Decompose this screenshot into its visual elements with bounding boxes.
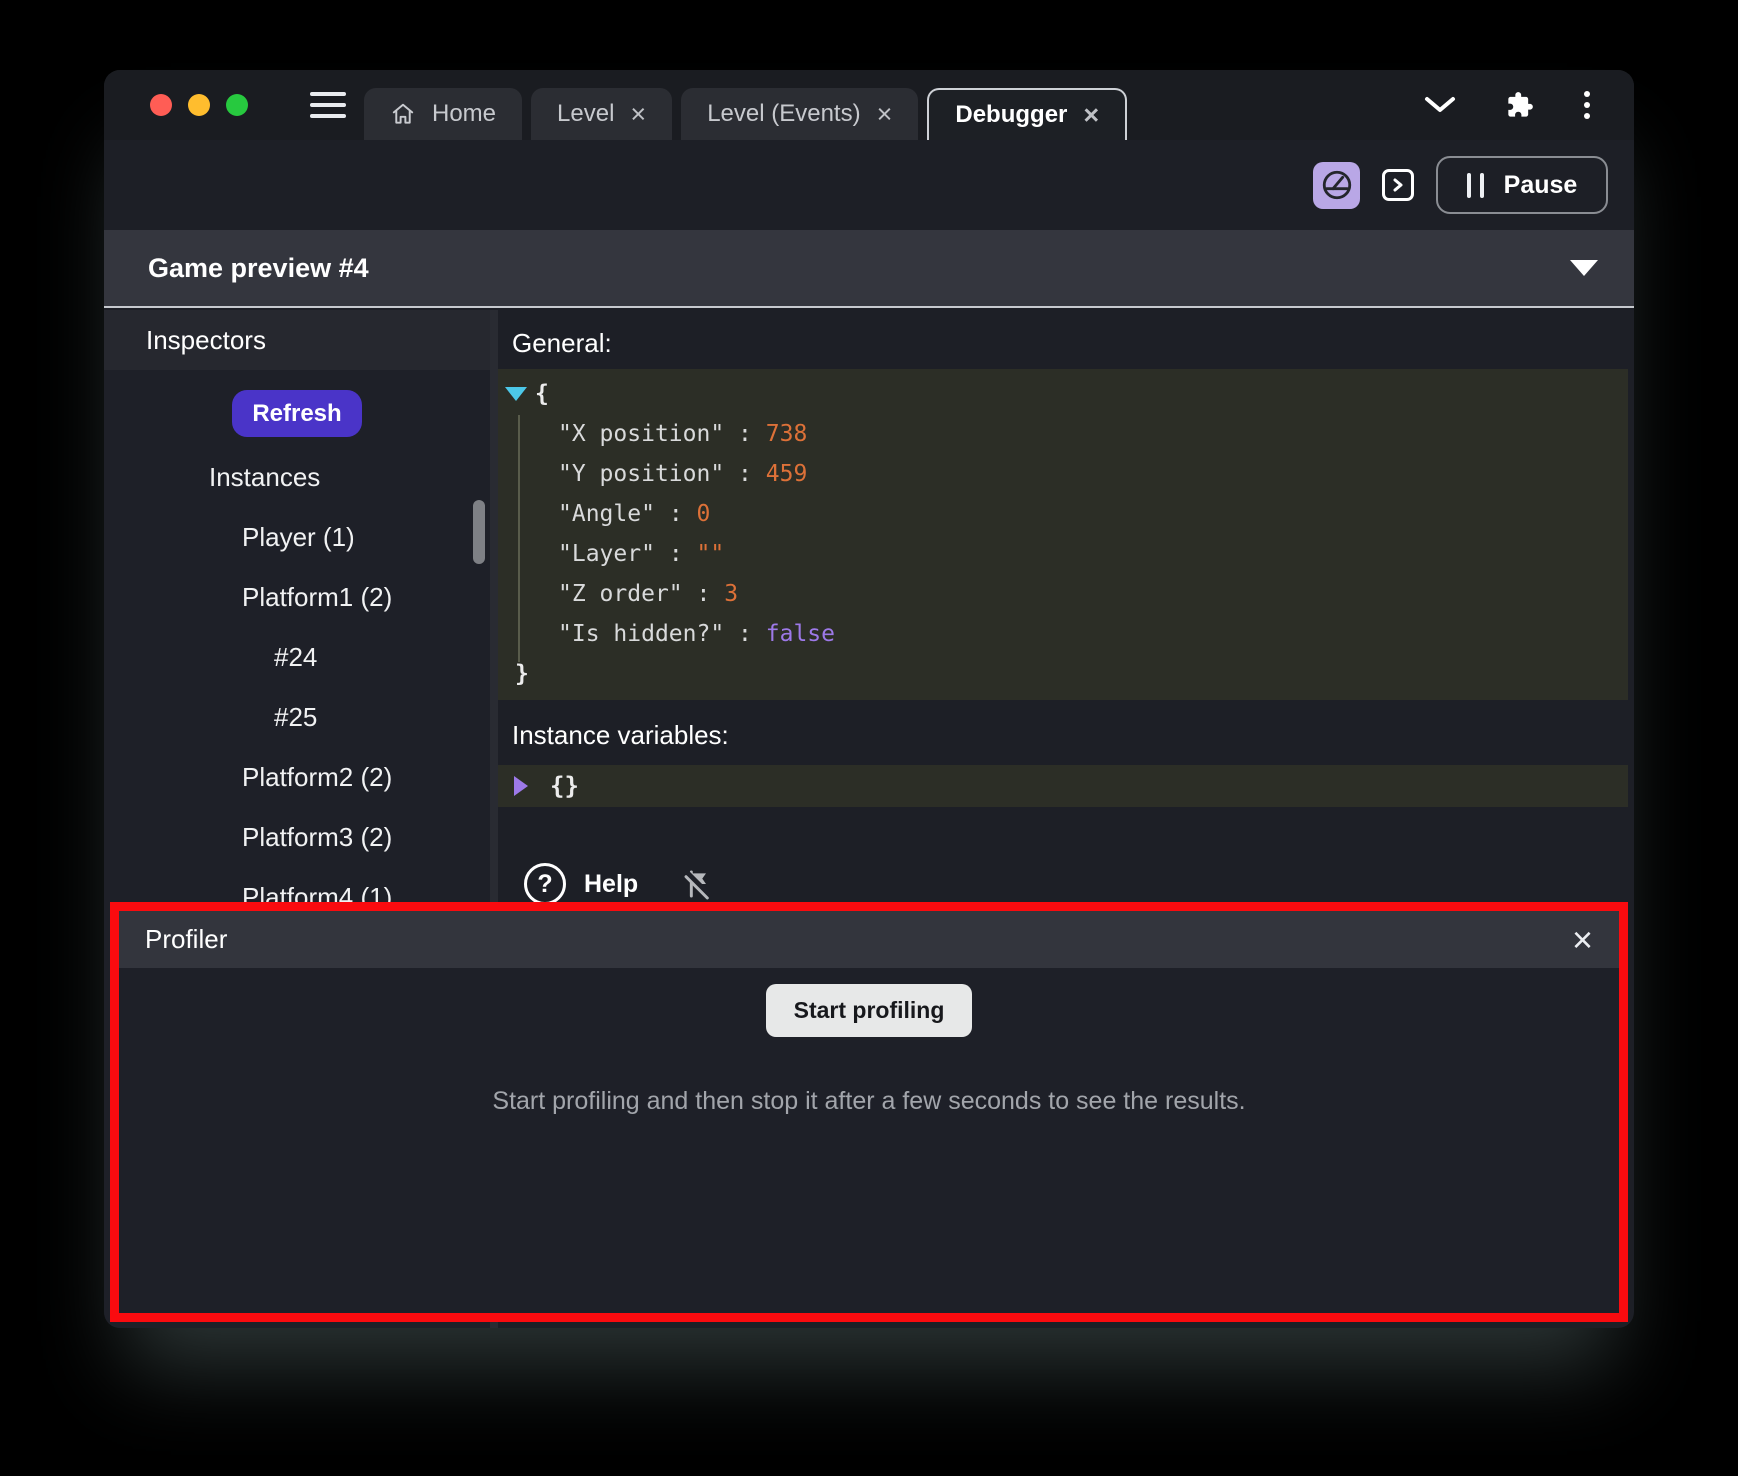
tab-label: Debugger <box>955 101 1067 129</box>
tree-item-platform1[interactable]: Platform1 (2) <box>104 567 490 627</box>
instances-tree: Instances Player (1) Platform1 (2) #24 #… <box>104 447 490 927</box>
property-key: Angle <box>558 501 655 527</box>
open-brace: { <box>535 381 549 407</box>
key-value-separator <box>724 461 766 487</box>
expand-triangle-icon[interactable] <box>514 776 528 796</box>
property-key: Y position <box>558 461 724 487</box>
general-json-tree: { X position 738 Y position 459 Angle 0 Lay… <box>498 369 1628 700</box>
tree-item-instances[interactable]: Instances <box>104 447 490 507</box>
extensions-puzzle-icon[interactable] <box>1506 91 1534 119</box>
chevron-down-icon[interactable] <box>1424 96 1456 114</box>
general-section-label: General: <box>512 328 1628 359</box>
more-options-kebab-icon[interactable] <box>1584 91 1590 119</box>
gauge-icon <box>1320 168 1354 202</box>
start-profiling-button[interactable]: Start profiling <box>766 984 973 1037</box>
tab-level-events[interactable]: Level (Events) × <box>681 88 918 140</box>
close-profiler-icon[interactable]: × <box>1572 922 1593 958</box>
question-mark-icon: ? <box>524 863 566 905</box>
flag-off-button[interactable] <box>682 868 714 900</box>
flag-off-icon <box>682 868 714 900</box>
titlebar-actions <box>1424 91 1634 119</box>
tree-item-player[interactable]: Player (1) <box>104 507 490 567</box>
refresh-button[interactable]: Refresh <box>232 390 362 437</box>
tree-guide-line <box>518 415 520 662</box>
close-tab-icon[interactable]: × <box>630 101 646 128</box>
instance-variables-tree: {} <box>498 765 1628 807</box>
game-preview-label: Game preview #4 <box>148 253 369 284</box>
profiler-header: Profiler × <box>119 911 1619 968</box>
profiler-panel: Profiler × Start profiling Start profili… <box>110 902 1628 1322</box>
close-window-button[interactable] <box>150 94 172 116</box>
profiler-toggle-button[interactable] <box>1313 162 1360 209</box>
debugger-window: Home Level × Level (Events) × Debugger × <box>104 70 1634 1328</box>
key-value-separator <box>655 501 697 527</box>
console-chevron-icon <box>1389 176 1407 194</box>
pause-button-label: Pause <box>1504 171 1578 200</box>
help-button[interactable]: ? Help <box>524 863 638 905</box>
inspectors-header: Inspectors <box>104 310 490 370</box>
profiler-description: Start profiling and then stop it after a… <box>119 1087 1619 1116</box>
property-key: Layer <box>558 541 655 567</box>
tab-home[interactable]: Home <box>364 88 522 140</box>
key-value-separator <box>683 581 725 607</box>
tab-label: Level (Events) <box>707 100 860 128</box>
json-property-row: Z order 3 <box>498 574 1628 614</box>
key-value-separator <box>724 421 766 447</box>
tree-item-platform3[interactable]: Platform3 (2) <box>104 807 490 867</box>
title-bar: Home Level × Level (Events) × Debugger × <box>104 70 1634 140</box>
json-root-row: { <box>498 374 1628 414</box>
screen-background: Home Level × Level (Events) × Debugger × <box>0 0 1738 1476</box>
property-key: Is hidden? <box>558 621 724 647</box>
json-property-row: Is hidden? false <box>498 614 1628 654</box>
tree-item-25[interactable]: #25 <box>104 687 490 747</box>
instance-variables-value: {} <box>550 772 579 800</box>
help-row: ? Help <box>524 863 1628 905</box>
json-property-row: X position 738 <box>498 414 1628 454</box>
game-preview-selector[interactable]: Game preview #4 <box>104 230 1634 308</box>
minimize-window-button[interactable] <box>188 94 210 116</box>
close-tab-icon[interactable]: × <box>1083 102 1099 129</box>
home-icon <box>390 101 416 127</box>
key-value-separator <box>724 621 766 647</box>
main-menu-icon[interactable] <box>310 92 346 118</box>
tab-bar: Home Level × Level (Events) × Debugger × <box>364 70 1127 140</box>
property-key: X position <box>558 421 724 447</box>
key-value-separator <box>655 541 697 567</box>
pause-icon <box>1467 173 1484 198</box>
sidebar-scrollbar-thumb[interactable] <box>473 500 485 564</box>
json-property-row: Y position 459 <box>498 454 1628 494</box>
collapse-triangle-icon[interactable] <box>505 387 527 401</box>
property-value: 459 <box>766 461 808 487</box>
debugger-toolbar: Pause <box>104 140 1634 230</box>
tree-item-platform2[interactable]: Platform2 (2) <box>104 747 490 807</box>
property-value: "" <box>697 541 725 567</box>
tab-level[interactable]: Level × <box>531 88 672 140</box>
json-property-row: Angle 0 <box>498 494 1628 534</box>
profiler-title: Profiler <box>145 924 227 955</box>
property-value: 738 <box>766 421 808 447</box>
tab-label: Home <box>432 100 496 128</box>
json-close-row: } <box>498 654 1628 694</box>
traffic-lights <box>150 94 248 116</box>
dropdown-caret-icon <box>1570 260 1598 276</box>
profiler-body: Start profiling Start profiling and then… <box>119 968 1619 1116</box>
pause-button[interactable]: Pause <box>1436 156 1608 214</box>
inspectors-title: Inspectors <box>146 325 266 356</box>
close-tab-icon[interactable]: × <box>877 101 893 128</box>
help-label: Help <box>584 870 638 899</box>
json-property-row: Layer "" <box>498 534 1628 574</box>
tab-label: Level <box>557 100 614 128</box>
zoom-window-button[interactable] <box>226 94 248 116</box>
close-brace: } <box>515 661 529 687</box>
instance-variables-label: Instance variables: <box>512 720 1628 751</box>
tab-debugger[interactable]: Debugger × <box>927 88 1127 140</box>
property-value: 3 <box>724 581 738 607</box>
tree-item-24[interactable]: #24 <box>104 627 490 687</box>
console-button[interactable] <box>1382 169 1414 201</box>
property-key: Z order <box>558 581 683 607</box>
property-value: 0 <box>697 501 711 527</box>
property-value: false <box>766 621 835 647</box>
